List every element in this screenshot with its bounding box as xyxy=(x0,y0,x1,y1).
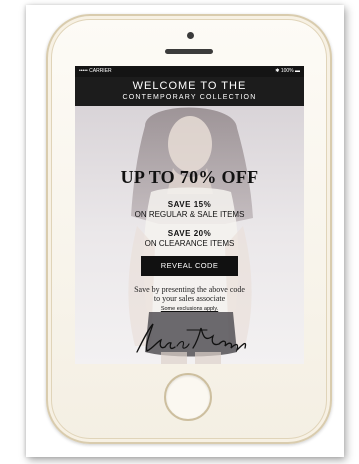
present-line-1: Save by presenting the above code xyxy=(134,285,245,294)
exclusions-link[interactable]: Some exclusions apply. xyxy=(75,306,304,312)
welcome-header: WELCOME TO THE CONTEMPORARY COLLECTION xyxy=(75,77,304,106)
phone-screen: ••••• CARRIER ✱ 100% ▬ WELCOME TO THE CO… xyxy=(75,66,304,364)
status-bar: ••••• CARRIER ✱ 100% ▬ xyxy=(75,66,304,77)
present-line-2: to your sales associate xyxy=(153,294,226,303)
carrier-label: ••••• CARRIER xyxy=(79,68,112,74)
camera-icon xyxy=(187,32,194,39)
offer2-title: SAVE 20% xyxy=(167,229,212,238)
home-button[interactable] xyxy=(164,373,212,421)
header-subtitle: CONTEMPORARY COLLECTION xyxy=(122,94,257,101)
speaker-grille xyxy=(165,49,213,54)
battery-indicator: ✱ 100% ▬ xyxy=(275,68,300,74)
sale-headline: UP TO 70% OFF xyxy=(120,167,259,187)
offer1-title: SAVE 15% xyxy=(167,200,212,209)
present-instructions: Save by presenting the above code to you… xyxy=(75,285,304,303)
reveal-code-button[interactable]: REVEAL CODE xyxy=(141,256,238,276)
lord-and-taylor-logo xyxy=(136,323,247,353)
offer1-detail: ON REGULAR & SALE ITEMS xyxy=(134,210,245,219)
offer2-detail: ON CLEARANCE ITEMS xyxy=(144,239,235,248)
header-title: WELCOME TO THE xyxy=(132,80,247,92)
page-canvas: ••••• CARRIER ✱ 100% ▬ WELCOME TO THE CO… xyxy=(0,0,359,464)
